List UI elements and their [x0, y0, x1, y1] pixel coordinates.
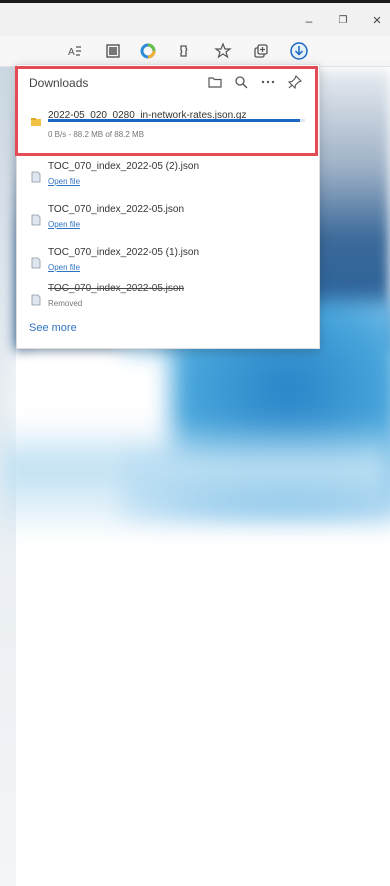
highlight-box [15, 66, 318, 156]
collections-icon[interactable] [251, 41, 271, 61]
file-icon [31, 171, 41, 183]
svg-text:A: A [68, 47, 75, 58]
browser-essentials-icon[interactable] [138, 41, 158, 61]
see-more-link[interactable]: See more [29, 322, 77, 334]
download-filename: TOC_070_index_2022-05.json [48, 283, 185, 294]
download-filename: TOC_070_index_2022-05 (2).json [48, 161, 200, 172]
restore-button[interactable]: ❐ [332, 11, 354, 31]
immersive-reader-icon[interactable] [103, 41, 123, 61]
read-aloud-icon[interactable]: A [65, 41, 85, 61]
file-icon [31, 257, 41, 269]
file-icon [31, 294, 41, 306]
download-item[interactable]: TOC_070_index_2022-05 (2).json Open file [17, 155, 319, 197]
file-icon [31, 214, 41, 226]
downloads-panel: Downloads 2022-05_020_0280_in-network-ra… [15, 64, 320, 349]
favorites-icon[interactable] [213, 41, 233, 61]
open-file-link[interactable]: Open file [48, 177, 80, 186]
downloads-icon[interactable] [289, 41, 309, 61]
background-image-band [0, 420, 390, 540]
window-title-bar: – ❐ × [0, 0, 390, 36]
download-item-removed[interactable]: TOC_070_index_2022-05.json Removed [17, 277, 319, 319]
browser-toolbar: A [0, 36, 390, 67]
open-file-link[interactable]: Open file [48, 263, 80, 272]
download-filename: TOC_070_index_2022-05 (1).json [48, 247, 200, 258]
minimize-button[interactable]: – [298, 11, 320, 31]
download-filename: TOC_070_index_2022-05.json [48, 204, 185, 215]
removed-status: Removed [48, 299, 83, 308]
download-item[interactable]: TOC_070_index_2022-05.json Open file [17, 198, 319, 240]
close-button[interactable]: × [366, 11, 388, 31]
open-file-link[interactable]: Open file [48, 220, 80, 229]
extensions-icon[interactable] [175, 41, 195, 61]
